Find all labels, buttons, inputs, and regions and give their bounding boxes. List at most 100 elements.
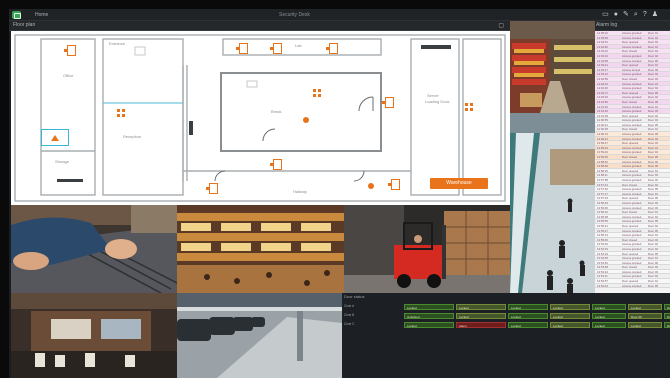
camera-marker-2[interactable]	[236, 43, 248, 54]
event-dot-icon-2[interactable]	[303, 117, 309, 123]
camera-group-marker-1[interactable]	[117, 109, 127, 119]
door-status-cell[interactable]: Locked	[628, 321, 662, 328]
log-cell-door: Door 03	[648, 269, 658, 274]
camera-marker-4[interactable]	[326, 43, 338, 54]
log-cell-event: Access granted	[622, 233, 642, 237]
door-status-cell[interactable]: Locked	[550, 312, 590, 319]
log-cell-event: Access granted	[622, 164, 642, 168]
warehouse-feed	[344, 205, 510, 293]
log-cell-door: Door 03	[648, 76, 658, 81]
log-cell-event: Door closed	[622, 182, 637, 187]
tools-icon[interactable]: ✎	[623, 10, 629, 20]
log-cell-door: Door 01	[648, 233, 658, 237]
log-cell-event: Door closed	[622, 155, 637, 159]
camera-tile-escalators[interactable]	[510, 113, 595, 293]
event-dot-icon[interactable]	[368, 183, 374, 189]
log-cell-event: Access granted	[622, 118, 642, 122]
door-status-cell[interactable]: Locked	[550, 321, 590, 328]
door-status-cell[interactable]: Alarm	[456, 321, 506, 328]
notification-icon[interactable]: ●	[614, 10, 618, 20]
camera-tile-retail-checkout[interactable]	[11, 205, 177, 293]
map-action-button[interactable]: Warehouse	[430, 178, 488, 189]
log-cell-time: 13:56:49	[597, 200, 608, 205]
log-cell-time: 13:57:30	[597, 187, 608, 191]
log-cell-time: 14:01:22	[597, 109, 608, 113]
maximize-icon[interactable]: ▢	[498, 22, 504, 29]
retail-checkout-feed	[11, 205, 177, 293]
escalator-feed	[510, 113, 595, 293]
camera-tile-parking-garage[interactable]	[177, 293, 342, 378]
log-cell-event: Door closed	[622, 265, 637, 269]
camera-marker-3[interactable]	[270, 43, 282, 54]
door-status-cell[interactable]: Door 06	[628, 312, 662, 319]
log-cell-event: Door closed	[622, 76, 637, 81]
log-cell-door: Door 02	[648, 72, 658, 76]
log-cell-door: Door 06	[648, 228, 658, 233]
camera-marker-5[interactable]	[382, 97, 394, 108]
door-status-cell[interactable]: Unlocked	[404, 312, 454, 319]
door-status-cell[interactable]: Locked	[592, 303, 626, 310]
log-row[interactable]: 13:52:43 Access granted Door 05	[595, 283, 670, 289]
door-status-cell[interactable]: Door 07	[664, 312, 670, 319]
log-cell-time: 13:54:19	[597, 251, 608, 256]
log-cell-event: Door opened	[622, 251, 639, 256]
camera-tile-office-lobby[interactable]	[11, 293, 177, 378]
door-status-cell[interactable]: Locked	[508, 321, 548, 328]
door-status-cell[interactable]: Locked	[592, 312, 626, 319]
user-icon[interactable]: ♟	[652, 10, 658, 20]
door-status-cell[interactable]: Locked	[456, 312, 506, 319]
door-status-header: Door status	[344, 294, 365, 299]
camera-marker-6[interactable]	[270, 159, 282, 170]
log-cell-event: Door opened	[622, 63, 639, 67]
log-cell-event: Door opened	[622, 113, 639, 118]
camera-tile-warehouse[interactable]	[344, 205, 510, 293]
log-cell-door: Door 06	[648, 196, 658, 200]
monitor-icon[interactable]: ▭	[602, 10, 609, 20]
door-status-cell[interactable]: Locked	[508, 312, 548, 319]
log-cell-event: Access granted	[622, 269, 642, 274]
door-status-cell[interactable]: Locked	[456, 303, 506, 310]
log-cell-time: 13:59:33	[597, 145, 608, 150]
camera-tile-supermarket[interactable]	[510, 21, 595, 113]
log-cell-door: Door 06	[648, 260, 658, 265]
log-cell-event: Access granted	[622, 246, 642, 251]
door-status-cell[interactable]: Door 07	[664, 321, 670, 328]
alarm-triangle-icon[interactable]	[51, 135, 59, 141]
door-status-cell[interactable]: Locked	[592, 321, 626, 328]
log-cell-time: 14:01:36	[597, 104, 608, 109]
log-cell-time: 13:57:58	[597, 178, 608, 182]
log-cell-door: Door 04	[648, 150, 658, 155]
door-status-cell[interactable]: Locked	[628, 303, 662, 310]
search-icon[interactable]: ⌕	[634, 10, 638, 20]
home-tab[interactable]: Home	[35, 10, 48, 20]
log-cell-door: Door 03	[648, 237, 658, 242]
log-cell-event: Access granted	[622, 104, 642, 109]
log-cell-time: 14:01:50	[597, 99, 608, 104]
door-status-cell[interactable]: Locked	[508, 303, 548, 310]
log-cell-door: Door 01	[648, 81, 658, 86]
log-cell-door: Door 05	[648, 58, 658, 63]
log-cell-door: Door 02	[648, 200, 658, 205]
help-icon[interactable]: ?	[643, 10, 647, 20]
door-status-cell[interactable]: Locked	[404, 321, 454, 328]
log-cell-door: Door 04	[648, 49, 658, 53]
log-cell-time: 14:00:55	[597, 118, 608, 122]
camera-group-marker-2[interactable]	[313, 89, 323, 99]
log-cell-time: 13:55:27	[597, 228, 608, 233]
log-cell-door: Door 06	[648, 99, 658, 104]
camera-tile-shopping-mall[interactable]	[177, 205, 344, 293]
door-status-cell[interactable]: Door 07	[664, 303, 670, 310]
door-status-cell[interactable]: Locked	[550, 303, 590, 310]
log-cell-door: Door 05	[648, 251, 658, 256]
floor-plan-map[interactable]: Office Storage Reception Lab Break Serve…	[11, 31, 510, 205]
camera-marker-8[interactable]	[388, 179, 400, 190]
log-cell-event: Access granted	[622, 200, 642, 205]
camera-marker-1[interactable]	[64, 45, 76, 56]
log-cell-door: Door 02	[648, 178, 658, 182]
log-cell-door: Door 01	[648, 31, 658, 35]
door-status-cell[interactable]: Locked	[404, 303, 454, 310]
camera-group-marker-3[interactable]	[465, 103, 475, 113]
log-cell-door: Door 02	[648, 242, 658, 246]
alarm-log-table[interactable]: 14:05:22 Access granted Door 01 14:05:09 Acc…	[595, 31, 670, 293]
camera-marker-7[interactable]	[206, 183, 218, 194]
